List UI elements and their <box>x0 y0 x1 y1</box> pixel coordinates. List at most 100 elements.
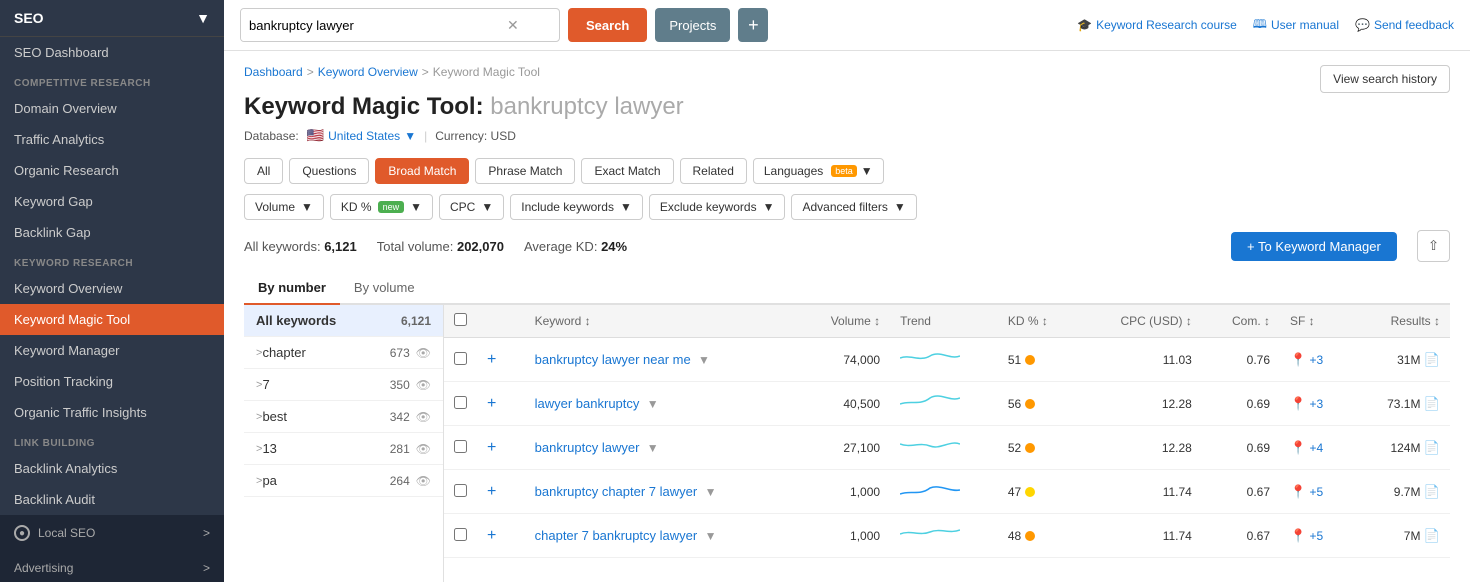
keyword-link[interactable]: bankruptcy lawyer <box>535 440 640 455</box>
select-all-checkbox[interactable] <box>454 313 467 326</box>
sidebar-item-label: SEO Dashboard <box>14 45 109 60</box>
row-checkbox[interactable] <box>454 484 467 497</box>
row-volume: 27,100 <box>797 426 890 470</box>
add-button[interactable]: + <box>738 8 768 42</box>
row-checkbox[interactable] <box>454 396 467 409</box>
search-button[interactable]: Search <box>568 8 647 42</box>
keyword-dropdown-icon[interactable]: ▼ <box>698 353 710 367</box>
left-panel-header[interactable]: All keywords 6,121 <box>244 305 443 337</box>
eye-icon[interactable]: 👁 <box>416 346 431 360</box>
left-panel-item-chapter[interactable]: > chapter 673 👁 <box>244 337 443 369</box>
sidebar-item-keyword-overview[interactable]: Keyword Overview <box>0 273 224 304</box>
chevron-down-icon: ▼ <box>404 129 416 143</box>
sidebar-item-seo-dashboard[interactable]: SEO Dashboard <box>0 37 224 68</box>
left-panel-item-13[interactable]: > 13 281 👁 <box>244 433 443 465</box>
chevron-down-icon: ▼ <box>301 200 313 214</box>
th-kd[interactable]: KD % ↕ <box>998 305 1079 338</box>
th-volume[interactable]: Volume ↕ <box>797 305 890 338</box>
match-questions-button[interactable]: Questions <box>289 158 369 184</box>
th-results[interactable]: Results ↕ <box>1352 305 1450 338</box>
sidebar-section-competitive: COMPETITIVE RESEARCH <box>0 68 224 93</box>
sidebar-item-domain-overview[interactable]: Domain Overview <box>0 93 224 124</box>
sidebar-item-label: Backlink Audit <box>14 492 95 507</box>
th-cpc[interactable]: CPC (USD) ↕ <box>1079 305 1202 338</box>
sidebar-item-organic-research[interactable]: Organic Research <box>0 155 224 186</box>
keyword-link[interactable]: bankruptcy chapter 7 lawyer <box>535 484 698 499</box>
add-keyword-icon[interactable]: + <box>487 439 496 456</box>
eye-icon[interactable]: 👁 <box>416 474 431 488</box>
sidebar-item-backlink-analytics[interactable]: Backlink Analytics <box>0 453 224 484</box>
sidebar-seo-header[interactable]: SEO ▼ <box>0 0 224 37</box>
sidebar-item-position-tracking[interactable]: Position Tracking <box>0 366 224 397</box>
sidebar-item-keyword-gap[interactable]: Keyword Gap <box>0 186 224 217</box>
keyword-link[interactable]: chapter 7 bankruptcy lawyer <box>535 528 698 543</box>
sf-value: +4 <box>1310 441 1324 455</box>
th-sf[interactable]: SF ↕ <box>1280 305 1352 338</box>
row-checkbox[interactable] <box>454 440 467 453</box>
row-cpc: 11.74 <box>1079 470 1202 514</box>
exclude-keywords-button[interactable]: Exclude keywords ▼ <box>649 194 786 220</box>
left-panel-item-7[interactable]: > 7 350 👁 <box>244 369 443 401</box>
sidebar-item-backlink-gap[interactable]: Backlink Gap <box>0 217 224 248</box>
projects-button[interactable]: Projects <box>655 8 730 42</box>
row-results: 9.7M 📄 <box>1352 470 1450 514</box>
view-search-history-button[interactable]: View search history <box>1320 65 1450 93</box>
volume-filter-button[interactable]: Volume ▼ <box>244 194 324 220</box>
advanced-filters-button[interactable]: Advanced filters ▼ <box>791 194 916 220</box>
eye-icon[interactable]: 👁 <box>416 410 431 424</box>
match-broad-button[interactable]: Broad Match <box>375 158 469 184</box>
add-keyword-icon[interactable]: + <box>487 351 496 368</box>
sidebar-item-organic-traffic-insights[interactable]: Organic Traffic Insights <box>0 397 224 428</box>
match-phrase-button[interactable]: Phrase Match <box>475 158 575 184</box>
eye-icon[interactable]: 👁 <box>416 442 431 456</box>
th-com[interactable]: Com. ↕ <box>1202 305 1280 338</box>
match-related-button[interactable]: Related <box>680 158 747 184</box>
add-keyword-icon[interactable]: + <box>487 483 496 500</box>
keyword-dropdown-icon[interactable]: ▼ <box>647 441 659 455</box>
sidebar-item-keyword-magic-tool[interactable]: Keyword Magic Tool <box>0 304 224 335</box>
match-all-button[interactable]: All <box>244 158 283 184</box>
languages-button[interactable]: Languages beta ▼ <box>753 158 884 184</box>
add-keyword-icon[interactable]: + <box>487 395 496 412</box>
to-keyword-manager-button[interactable]: + To Keyword Manager <box>1231 232 1397 261</box>
sidebar-item-keyword-manager[interactable]: Keyword Manager <box>0 335 224 366</box>
keyword-dropdown-icon[interactable]: ▼ <box>705 529 717 543</box>
tab-by-volume[interactable]: By volume <box>340 272 429 305</box>
keyword-dropdown-icon[interactable]: ▼ <box>705 485 717 499</box>
breadcrumb-dashboard[interactable]: Dashboard <box>244 65 303 79</box>
row-keyword-cell: bankruptcy chapter 7 lawyer ▼ <box>525 470 797 514</box>
left-panel-item-pa[interactable]: > pa 264 👁 <box>244 465 443 497</box>
row-checkbox-cell <box>444 382 477 426</box>
include-keywords-button[interactable]: Include keywords ▼ <box>510 194 643 220</box>
sidebar-item-advertising[interactable]: Advertising > <box>0 551 224 582</box>
country-selector[interactable]: 🇺🇸 United States ▼ <box>307 127 416 144</box>
table-row: + chapter 7 bankruptcy lawyer ▼ 1,000 48… <box>444 514 1450 558</box>
all-keywords-label: All keywords <box>256 313 336 328</box>
row-checkbox[interactable] <box>454 528 467 541</box>
keyword-link[interactable]: lawyer bankruptcy <box>535 396 640 411</box>
export-button[interactable]: ⇧ <box>1417 230 1450 262</box>
sidebar-item-local-seo[interactable]: ● Local SEO > <box>0 515 224 551</box>
keyword-dropdown-icon[interactable]: ▼ <box>647 397 659 411</box>
sidebar-item-traffic-analytics[interactable]: Traffic Analytics <box>0 124 224 155</box>
user-manual-link[interactable]: 🕮 User manual <box>1253 15 1339 36</box>
match-exact-button[interactable]: Exact Match <box>581 158 673 184</box>
tab-by-number[interactable]: By number <box>244 272 340 305</box>
add-keyword-icon[interactable]: + <box>487 527 496 544</box>
results-doc-icon: 📄 <box>1424 528 1440 543</box>
left-panel-item-best[interactable]: > best 342 👁 <box>244 401 443 433</box>
sidebar-item-backlink-audit[interactable]: Backlink Audit <box>0 484 224 515</box>
keyword-link[interactable]: bankruptcy lawyer near me <box>535 352 691 367</box>
table-row: + bankruptcy lawyer near me ▼ 74,000 51 … <box>444 338 1450 382</box>
row-checkbox[interactable] <box>454 352 467 365</box>
eye-icon[interactable]: 👁 <box>416 378 431 392</box>
th-keyword[interactable]: Keyword ↕ <box>525 305 797 338</box>
send-feedback-link[interactable]: 💬 Send feedback <box>1355 18 1454 32</box>
kd-filter-button[interactable]: KD % new ▼ <box>330 194 433 220</box>
table-row: + bankruptcy chapter 7 lawyer ▼ 1,000 47… <box>444 470 1450 514</box>
keyword-research-course-link[interactable]: 🎓 Keyword Research course <box>1077 18 1237 32</box>
breadcrumb-keyword-overview[interactable]: Keyword Overview <box>318 65 418 79</box>
cpc-filter-button[interactable]: CPC ▼ <box>439 194 504 220</box>
search-input[interactable] <box>241 9 501 41</box>
clear-search-button[interactable]: ✕ <box>501 17 525 34</box>
